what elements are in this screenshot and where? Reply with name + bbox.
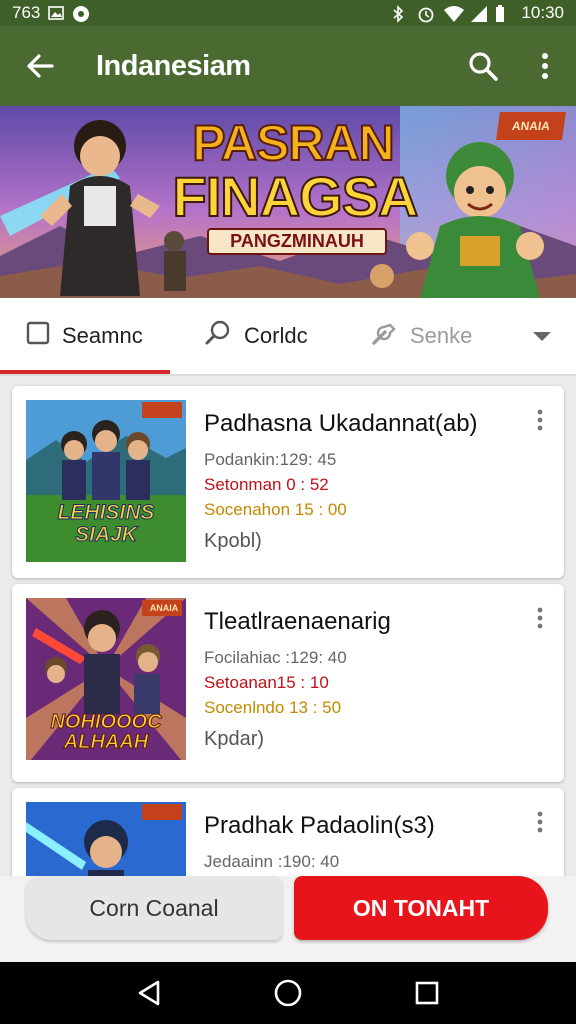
- gallery-icon: [48, 5, 65, 21]
- banner-corner-flag: ANAIA: [496, 112, 566, 140]
- tab-dropdown[interactable]: [532, 297, 552, 375]
- app-bar: Indanesiam: [0, 26, 576, 106]
- wrench-icon: [370, 319, 398, 353]
- game-cta-link[interactable]: Kpdar): [204, 728, 264, 751]
- battery-icon: [495, 5, 511, 22]
- tab-corldc[interactable]: Corldc: [204, 297, 308, 375]
- list-item[interactable]: Pradhak Padaolin(s3) Jedaainn :190: 40: [12, 788, 564, 876]
- wifi-icon: [443, 5, 465, 22]
- thumbnail-flag: ANAIA: [149, 603, 179, 613]
- game-stat-1: Focilahiac :129: 40: [204, 648, 347, 667]
- active-tab-indicator: [0, 370, 170, 374]
- more-vert-icon[interactable]: [528, 406, 552, 434]
- status-left-text: 763: [12, 3, 41, 22]
- thumbnail-text: LEHISINS SIAJK: [57, 501, 155, 546]
- featured-banner[interactable]: PASRAN FINAGSA PANGZMINAUH ANAIA: [0, 106, 576, 298]
- game-name: Padhasna Ukadannat(ab): [204, 410, 478, 437]
- game-stat-3: Socenlndo 13 : 50: [204, 698, 342, 717]
- banner-title-line2: FINAGSA: [172, 164, 420, 229]
- alarm-icon: [417, 5, 434, 23]
- game-thumbnail: [26, 802, 186, 876]
- game-thumbnail: LEHISINS SIAJK: [26, 400, 186, 562]
- game-list[interactable]: LEHISINS SIAJK Padhasna Ukadannat(ab) Po…: [0, 378, 576, 876]
- game-stat-1: Podankin:129: 45: [204, 450, 337, 469]
- game-stat-2: Setoanan15 : 10: [204, 673, 329, 692]
- secondary-button[interactable]: Corn Coanal: [26, 876, 282, 940]
- game-stat-2: Setonman 0 : 52: [204, 475, 329, 494]
- thumbnail-text: NOHIOOOC ALHAAH: [50, 711, 162, 753]
- tab-label: Corldc: [244, 323, 308, 348]
- game-name: Pradhak Padaolin(s3): [204, 812, 435, 839]
- more-vert-icon[interactable]: [528, 808, 552, 836]
- tab-label: Seamnc: [62, 323, 143, 348]
- back-arrow-icon[interactable]: [0, 26, 80, 106]
- banner-subtitle: PANGZMINAUH: [207, 228, 387, 255]
- primary-button[interactable]: ON TONAHT: [294, 876, 548, 940]
- more-vert-icon[interactable]: [514, 26, 576, 106]
- game-name: Tleatlraenaenarig: [204, 608, 391, 635]
- game-stat-3: Socenahon 15 : 00: [204, 500, 347, 519]
- record-icon: [72, 5, 90, 22]
- nav-recents-icon[interactable]: [397, 963, 457, 1023]
- checkbox-icon: [26, 321, 50, 351]
- page-title: Indanesiam: [96, 49, 251, 82]
- game-stat-1: Jedaainn :190: 40: [204, 852, 340, 871]
- list-item[interactable]: LEHISINS SIAJK Padhasna Ukadannat(ab) Po…: [12, 386, 564, 578]
- game-thumbnail: NOHIOOOC ALHAAH ANAIA: [26, 598, 186, 760]
- tab-senke[interactable]: Senke: [370, 297, 472, 375]
- more-vert-icon[interactable]: [528, 604, 552, 632]
- bluetooth-icon: [391, 5, 407, 23]
- nav-home-icon[interactable]: [258, 963, 318, 1023]
- list-item[interactable]: NOHIOOOC ALHAAH ANAIA Tleatlraenaenarig …: [12, 584, 564, 782]
- tab-bar: Seamnc Corldc Senke: [0, 298, 576, 376]
- signal-icon: [469, 5, 488, 22]
- status-bar: 763 10:30: [0, 0, 576, 26]
- tab-label: Senke: [410, 323, 473, 348]
- status-time: 10:30: [521, 3, 564, 22]
- search-icon[interactable]: [452, 26, 514, 106]
- system-nav-bar: [0, 962, 576, 1024]
- bottom-action-bar: Corn Coanal ON TONAHT: [0, 876, 576, 962]
- search-icon: [204, 319, 232, 353]
- tab-seamnc[interactable]: Seamnc: [26, 297, 143, 375]
- nav-back-icon[interactable]: [119, 963, 179, 1023]
- dropdown-arrow-icon: [532, 323, 552, 349]
- game-cta-link[interactable]: Kpobl): [204, 530, 262, 553]
